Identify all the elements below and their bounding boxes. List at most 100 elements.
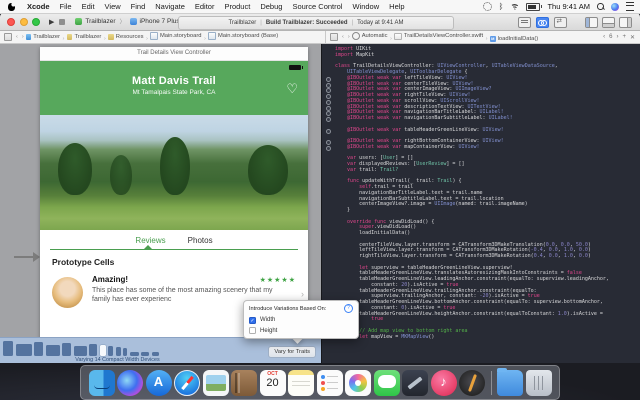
assistant-editor-button[interactable] bbox=[536, 17, 549, 28]
notification-center-icon[interactable] bbox=[626, 2, 634, 11]
menu-navigate[interactable]: Navigate bbox=[150, 2, 190, 11]
device-button[interactable] bbox=[89, 344, 97, 356]
finder-dock-icon[interactable] bbox=[89, 370, 115, 396]
menu-help[interactable]: Help bbox=[384, 2, 409, 11]
device-button[interactable] bbox=[123, 348, 127, 356]
connection-well-icon[interactable] bbox=[326, 146, 331, 151]
related-items-icon[interactable] bbox=[330, 33, 338, 41]
tab-reviews[interactable]: Reviews bbox=[135, 236, 165, 245]
device-button[interactable] bbox=[3, 341, 13, 356]
trail-header-view[interactable]: Matt Davis Trail Mt Tamalpais State Park… bbox=[40, 61, 308, 115]
device-button-selected[interactable] bbox=[100, 345, 106, 356]
breadcrumb-item[interactable]: Trailblazer bbox=[67, 34, 101, 40]
device-button[interactable] bbox=[34, 342, 43, 356]
scheme-selector[interactable]: Trailblazer 〉 iPhone 7 Plus bbox=[75, 17, 179, 26]
connection-well-icon[interactable] bbox=[326, 129, 331, 134]
breadcrumb-item[interactable]: Automatic bbox=[352, 32, 388, 40]
forward-button[interactable]: › bbox=[22, 34, 24, 40]
menu-editor[interactable]: Editor bbox=[190, 2, 220, 11]
device-button[interactable] bbox=[141, 352, 149, 356]
forward-button[interactable]: › bbox=[348, 34, 350, 40]
photos-dock-icon[interactable] bbox=[345, 370, 371, 396]
counterpart-next-button[interactable]: › bbox=[616, 34, 618, 40]
breadcrumb-item[interactable]: Resources bbox=[108, 34, 143, 40]
tab-photos[interactable]: Photos bbox=[188, 236, 213, 245]
breadcrumb-item[interactable]: Trailblazer bbox=[26, 34, 60, 40]
menu-debug[interactable]: Debug bbox=[255, 2, 287, 11]
battery-icon[interactable] bbox=[526, 3, 540, 11]
counterpart-prev-button[interactable]: ‹ bbox=[603, 34, 605, 40]
device-button[interactable] bbox=[152, 352, 159, 356]
breadcrumb-item[interactable]: Main.storyboard bbox=[150, 32, 201, 40]
status-circle-icon[interactable] bbox=[483, 2, 492, 11]
code-line[interactable]: let mapView = MKMapView() bbox=[335, 335, 640, 341]
connection-well-icon[interactable] bbox=[326, 77, 331, 82]
source-editor[interactable]: import UIKitimport MapKitclass TrailDeta… bbox=[322, 44, 640, 363]
itunes-dock-icon[interactable] bbox=[431, 370, 457, 396]
menu-window[interactable]: Window bbox=[347, 2, 384, 11]
xcode-dock-icon[interactable] bbox=[402, 370, 428, 396]
stop-button[interactable] bbox=[59, 19, 65, 25]
menu-edit[interactable]: Edit bbox=[77, 2, 100, 11]
checkbox-checked-icon[interactable]: ✓ bbox=[249, 317, 256, 324]
menu-find[interactable]: Find bbox=[126, 2, 151, 11]
preview-dock-icon[interactable] bbox=[203, 370, 229, 396]
back-button[interactable]: ‹ bbox=[342, 34, 344, 40]
debug-area-toggle-button[interactable] bbox=[602, 17, 615, 28]
messages-dock-icon[interactable] bbox=[374, 370, 400, 396]
menu-source-control[interactable]: Source Control bbox=[287, 2, 347, 11]
back-button[interactable]: ‹ bbox=[16, 34, 18, 40]
connection-well-icon[interactable] bbox=[326, 106, 331, 111]
minimize-button[interactable] bbox=[20, 18, 28, 26]
connection-well-icon[interactable] bbox=[326, 94, 331, 99]
reminders-dock-icon[interactable] bbox=[317, 370, 343, 396]
contacts-dock-icon[interactable] bbox=[231, 370, 257, 396]
spotlight-icon[interactable] bbox=[597, 3, 604, 10]
apple-menu-icon[interactable] bbox=[8, 3, 15, 11]
folder-dock-icon[interactable] bbox=[497, 370, 523, 396]
menu-product[interactable]: Product bbox=[219, 2, 255, 11]
connection-well-icon[interactable] bbox=[326, 88, 331, 93]
run-button[interactable]: ▶ bbox=[49, 18, 54, 26]
device-button[interactable] bbox=[74, 346, 87, 356]
variation-option-width[interactable]: ✓Width bbox=[249, 317, 353, 324]
menu-file[interactable]: File bbox=[55, 2, 77, 11]
checkbox-icon[interactable] bbox=[249, 327, 256, 334]
device-button[interactable] bbox=[116, 347, 121, 356]
menu-view[interactable]: View bbox=[100, 2, 126, 11]
close-button[interactable] bbox=[7, 18, 15, 26]
variation-option-height[interactable]: Height bbox=[249, 327, 353, 334]
storyboard-canvas[interactable]: Trail Details View Controller Matt Davis… bbox=[0, 44, 321, 338]
device-button[interactable] bbox=[108, 346, 113, 356]
trash-dock-icon[interactable] bbox=[526, 370, 552, 396]
connection-well-icon[interactable] bbox=[326, 117, 331, 122]
calendar-dock-icon[interactable]: OCT20 bbox=[260, 370, 286, 396]
close-editor-button[interactable]: ✕ bbox=[630, 34, 635, 41]
notes-dock-icon[interactable] bbox=[288, 370, 314, 396]
view-controller-scene[interactable]: Trail Details View Controller Matt Davis… bbox=[40, 47, 308, 338]
bluetooth-icon[interactable]: ᛒ bbox=[499, 3, 504, 10]
appstore-dock-icon[interactable] bbox=[146, 370, 172, 396]
wifi-icon[interactable] bbox=[510, 3, 519, 10]
breadcrumb-item[interactable]: TrailDetailsViewController.swift bbox=[394, 33, 483, 41]
connection-well-icon[interactable] bbox=[326, 83, 331, 88]
menu-xcode[interactable]: Xcode bbox=[22, 2, 55, 11]
safari-dock-icon[interactable] bbox=[174, 370, 200, 396]
garageband-dock-icon[interactable] bbox=[459, 370, 485, 396]
inspector-toggle-button[interactable] bbox=[619, 17, 632, 28]
device-button[interactable] bbox=[16, 344, 32, 356]
related-items-icon[interactable] bbox=[4, 33, 12, 41]
connection-well-icon[interactable] bbox=[326, 111, 331, 116]
device-button[interactable] bbox=[130, 352, 139, 356]
navigator-toggle-button[interactable] bbox=[585, 17, 598, 28]
scene-title[interactable]: Trail Details View Controller bbox=[40, 47, 308, 61]
menu-clock[interactable]: Thu 9:41 AM bbox=[547, 2, 590, 11]
standard-editor-button[interactable] bbox=[518, 17, 531, 28]
device-button[interactable] bbox=[46, 345, 60, 356]
vary-for-traits-button[interactable]: Vary for Traits bbox=[268, 346, 316, 358]
version-editor-button[interactable] bbox=[554, 17, 567, 28]
siri-icon[interactable] bbox=[611, 3, 619, 11]
connection-well-icon[interactable] bbox=[326, 140, 331, 145]
favorite-heart-icon[interactable]: ♡ bbox=[286, 81, 298, 97]
zoom-button[interactable] bbox=[32, 18, 40, 26]
